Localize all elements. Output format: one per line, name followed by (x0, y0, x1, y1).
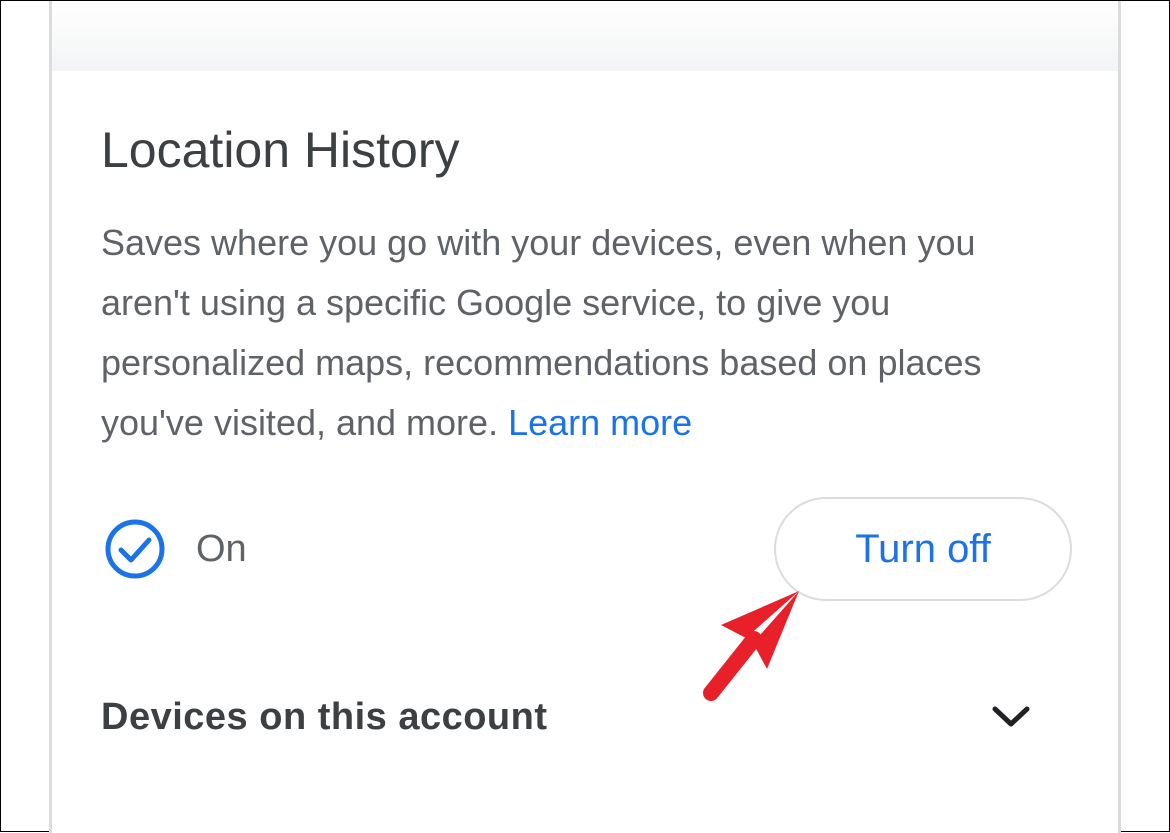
check-circle-icon (105, 519, 165, 579)
chevron-down-icon[interactable] (991, 704, 1031, 730)
turn-off-button[interactable]: Turn off (774, 497, 1072, 601)
status-indicator: On (104, 518, 247, 580)
section-description: Saves where you go with your devices, ev… (101, 213, 1061, 453)
status-label: On (196, 527, 247, 570)
red-arrow-icon (703, 591, 799, 701)
learn-more-link[interactable]: Learn more (508, 402, 692, 443)
section-title: Location History (101, 122, 460, 178)
card-header-band (52, 1, 1118, 71)
devices-label: Devices on this account (101, 695, 548, 738)
devices-on-account-expander[interactable]: Devices on this account (101, 687, 1031, 747)
screenshot-frame: Location History Saves where you go with… (0, 0, 1170, 833)
location-history-card: Location History Saves where you go with… (49, 1, 1121, 833)
